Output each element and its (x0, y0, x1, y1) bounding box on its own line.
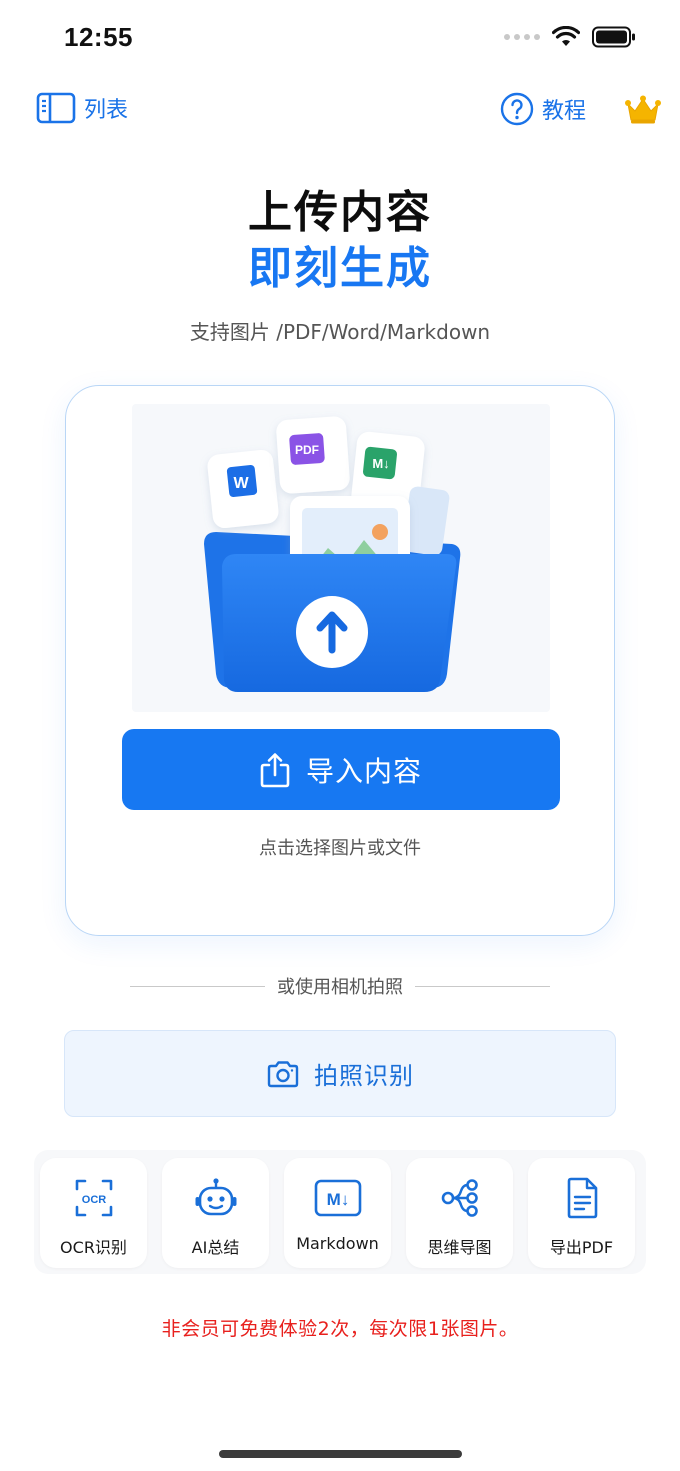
sidebar-icon (36, 92, 76, 124)
ocr-icon: OCR (74, 1176, 114, 1220)
crown-icon (625, 95, 661, 124)
status-bar: 12:55 (0, 0, 680, 80)
cellular-signal-icon (504, 34, 540, 40)
word-file-icon: W (207, 449, 279, 529)
status-indicators (504, 26, 636, 48)
upload-card[interactable]: W PDF M↓ 导入内容 点击选择图片或文件 (65, 385, 615, 936)
divider-line-left (130, 985, 265, 987)
svg-text:W: W (233, 475, 249, 492)
tool-label: 导出PDF (549, 1238, 614, 1257)
free-trial-notice: 非会员可免费体验2次，每次限1张图片。 (161, 1318, 519, 1340)
divider-text: 或使用相机拍照 (277, 977, 403, 998)
help-icon (500, 92, 534, 126)
import-content-button[interactable]: 导入内容 (122, 729, 560, 810)
tool-ai-summary[interactable]: AI总结 (162, 1158, 269, 1268)
camera-button-label: 拍照识别 (314, 1062, 414, 1090)
tool-label: AI总结 (191, 1238, 240, 1257)
upload-illustration: W PDF M↓ (132, 404, 550, 712)
camera-divider: 或使用相机拍照 (130, 974, 550, 998)
share-upload-icon (260, 752, 290, 787)
tool-mind-map[interactable]: 思维导图 (406, 1158, 513, 1268)
tool-ocr[interactable]: OCR OCR识别 (40, 1158, 147, 1268)
battery-icon (592, 26, 635, 48)
tool-label: OCR识别 (60, 1238, 127, 1257)
tools-row: OCR OCR识别 AI总结 M↓ Markdown 思维导图 导出PDF (34, 1150, 646, 1274)
list-label: 列表 (84, 98, 129, 123)
status-time: 12:55 (64, 22, 133, 52)
tool-label: 思维导图 (427, 1238, 492, 1257)
wifi-icon (552, 26, 580, 46)
svg-text:M↓: M↓ (326, 1190, 349, 1209)
hero-title: 上传内容 (248, 187, 432, 238)
pdf-file-icon: PDF (276, 416, 350, 494)
tool-label: Markdown (296, 1234, 379, 1253)
svg-text:PDF: PDF (295, 443, 319, 457)
folder-upload-illustration: W PDF M↓ (204, 416, 461, 692)
camera-recognize-button[interactable]: 拍照识别 (64, 1030, 616, 1117)
svg-text:M↓: M↓ (372, 456, 389, 471)
camera-icon (267, 1060, 299, 1087)
top-nav: 列表 教程 (0, 88, 680, 132)
tutorial-button[interactable]: 教程 (500, 92, 586, 126)
markdown-icon: M↓ (314, 1176, 362, 1220)
tutorial-label: 教程 (542, 99, 587, 124)
home-indicator[interactable] (219, 1450, 462, 1458)
import-hint: 点击选择图片或文件 (259, 838, 421, 859)
import-button-label: 导入内容 (305, 754, 422, 788)
tool-markdown[interactable]: M↓ Markdown (284, 1158, 391, 1268)
supported-formats-text: 支持图片 /PDF/Word/Markdown (189, 320, 491, 344)
mindmap-icon (439, 1176, 481, 1220)
divider-line-right (415, 985, 550, 987)
svg-text:OCR: OCR (81, 1194, 106, 1206)
list-button[interactable]: 列表 (36, 92, 128, 124)
document-icon (565, 1176, 599, 1220)
hero-title-highlight: 即刻生成 (248, 243, 432, 294)
vip-crown-button[interactable] (624, 94, 662, 130)
robot-icon (194, 1176, 238, 1220)
tool-export-pdf[interactable]: 导出PDF (528, 1158, 635, 1268)
